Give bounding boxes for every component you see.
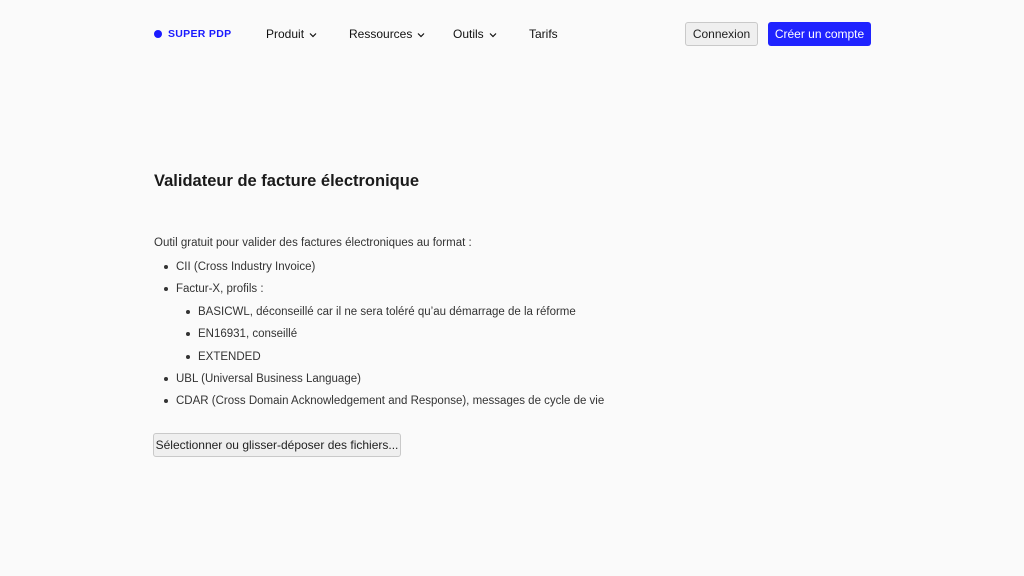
chevron-down-icon	[417, 32, 425, 37]
menu-label: Tarifs	[529, 27, 558, 41]
menu-outils[interactable]: Outils	[453, 27, 497, 41]
menu-tarifs[interactable]: Tarifs	[529, 27, 558, 41]
list-item-ubl: UBL (Universal Business Language)	[163, 371, 604, 393]
facturx-profile-list: BASICWL, déconseillé car il ne sera tolé…	[185, 304, 604, 371]
login-button[interactable]: Connexion	[685, 22, 758, 46]
menu-produit[interactable]: Produit	[266, 27, 317, 41]
menu-ressources[interactable]: Ressources	[349, 27, 425, 41]
intro-text: Outil gratuit pour valider des factures …	[154, 237, 472, 249]
menu-label: Ressources	[349, 27, 413, 41]
list-item-cdar: CDAR (Cross Domain Acknowledgement and R…	[163, 393, 604, 415]
list-item-cii: CII (Cross Industry Invoice)	[163, 259, 604, 281]
menu-label: Outils	[453, 27, 484, 41]
chevron-down-icon	[309, 32, 317, 37]
signup-button[interactable]: Créer un compte	[768, 22, 871, 46]
list-item-facturx: Factur-X, profils : BASICWL, déconseillé…	[163, 281, 604, 371]
file-select-button[interactable]: Sélectionner ou glisser-déposer des fich…	[153, 433, 401, 457]
format-list: CII (Cross Industry Invoice) Factur-X, p…	[163, 259, 604, 416]
menu-label: Produit	[266, 27, 305, 41]
list-item-en16931: EN16931, conseillé	[185, 326, 604, 348]
list-item-basicwl: BASICWL, déconseillé car il ne sera tolé…	[185, 304, 604, 326]
facturx-label: Factur-X, profils :	[176, 283, 264, 296]
list-item-extended: EXTENDED	[185, 349, 604, 371]
logo-dot-icon	[154, 30, 162, 38]
logo-text: SUPER PDP	[168, 28, 232, 40]
top-navigation: SUPER PDP Produit Ressources Outils Tari…	[0, 0, 1024, 68]
chevron-down-icon	[489, 32, 497, 37]
logo-link[interactable]: SUPER PDP	[154, 28, 231, 40]
page-title: Validateur de facture électronique	[154, 172, 419, 190]
